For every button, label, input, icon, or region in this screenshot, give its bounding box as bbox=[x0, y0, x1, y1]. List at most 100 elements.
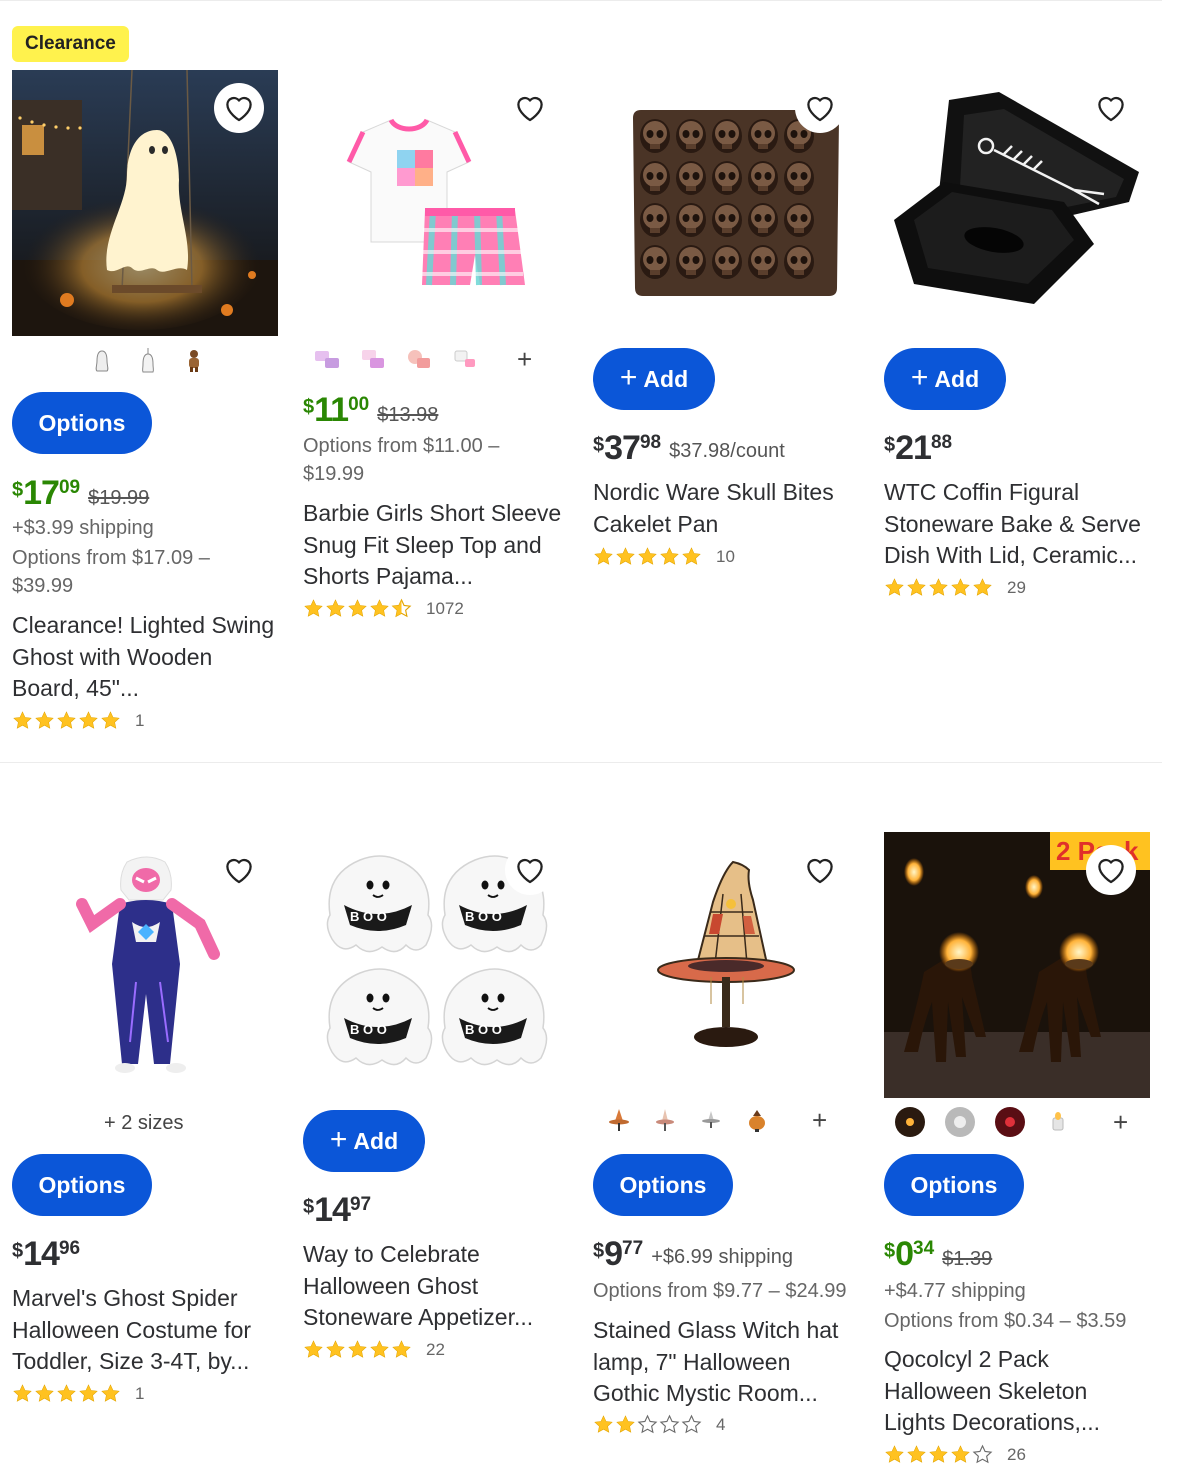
more-variants-plus-icon[interactable]: + bbox=[517, 346, 532, 372]
review-count: 26 bbox=[1007, 1444, 1026, 1464]
add-to-cart-button[interactable]: + Add bbox=[884, 348, 1006, 410]
star-rating-icon bbox=[593, 546, 702, 567]
variant-swatches[interactable]: + bbox=[895, 1107, 1128, 1137]
favorite-heart-icon[interactable] bbox=[795, 83, 845, 133]
options-button[interactable]: Options bbox=[12, 1154, 152, 1216]
swatch-pumpkin-lamp[interactable] bbox=[744, 1107, 770, 1133]
options-from-text: Options from $11.00 – $19.99 bbox=[303, 435, 500, 485]
options-button[interactable]: Options bbox=[884, 1154, 1024, 1216]
options-from-text: Options from $9.77 – $24.99 bbox=[593, 1280, 847, 1302]
swatch-skull-candle[interactable] bbox=[945, 1107, 975, 1137]
swatch-red-candle[interactable] bbox=[995, 1107, 1025, 1137]
swatch-white-candle[interactable] bbox=[1045, 1109, 1071, 1135]
svg-text:B O O: B O O bbox=[465, 909, 502, 924]
options-from-text: Options from $0.34 – $3.59 bbox=[884, 1310, 1127, 1332]
review-count: 22 bbox=[426, 1339, 445, 1359]
star-rating-icon bbox=[884, 577, 993, 598]
clearance-badge: Clearance bbox=[12, 26, 129, 62]
shipping-text: +$3.99 shipping bbox=[12, 517, 154, 539]
rating: 1 bbox=[12, 1383, 144, 1404]
review-count: 10 bbox=[716, 546, 735, 566]
favorite-heart-icon[interactable] bbox=[505, 83, 555, 133]
rating: 26 bbox=[884, 1444, 1026, 1465]
product-card-coffin-dish[interactable]: + Add $ 21 88 WTC Coffin Figural Stonewar… bbox=[884, 70, 1160, 610]
svg-text:B O O: B O O bbox=[350, 909, 387, 924]
product-card-barbie-pajama[interactable]: + $ 11 00 $13.98 Options from $11.00 – $… bbox=[303, 70, 579, 630]
star-rating-icon bbox=[12, 710, 121, 731]
price: $ 0 34 $1.39 bbox=[884, 1235, 993, 1273]
price: $ 9 77 +$6.99 shipping bbox=[593, 1235, 793, 1273]
swatch-orange-hat[interactable] bbox=[606, 1107, 632, 1133]
options-button[interactable]: Options bbox=[593, 1154, 733, 1216]
product-title[interactable]: Marvel's Ghost Spider Halloween Costume … bbox=[12, 1283, 284, 1378]
favorite-heart-icon[interactable] bbox=[214, 83, 264, 133]
star-rating-icon bbox=[884, 1444, 993, 1465]
price: $ 17 09 $19.99 bbox=[12, 474, 150, 512]
favorite-heart-icon[interactable] bbox=[1086, 83, 1136, 133]
review-count: 1 bbox=[135, 1383, 145, 1403]
review-count: 29 bbox=[1007, 577, 1026, 597]
swatch-white-set[interactable] bbox=[451, 346, 477, 372]
swatch-white-ghost-2[interactable] bbox=[135, 348, 161, 374]
plus-icon: + bbox=[910, 360, 929, 394]
swatch-pink-hat[interactable] bbox=[652, 1107, 678, 1133]
was-price: $19.99 bbox=[88, 487, 150, 509]
product-title[interactable]: Way to Celebrate Halloween Ghost Stonewa… bbox=[303, 1239, 575, 1334]
more-variants-plus-icon[interactable]: + bbox=[812, 1107, 827, 1133]
review-count: 4 bbox=[716, 1414, 726, 1434]
variant-swatches[interactable] bbox=[89, 348, 207, 374]
variant-swatches[interactable]: + bbox=[606, 1107, 827, 1133]
variant-swatches[interactable]: + bbox=[313, 346, 532, 372]
rating: 1072 bbox=[303, 598, 464, 619]
rating: 1 bbox=[12, 710, 144, 731]
shipping-text: +$6.99 shipping bbox=[651, 1246, 793, 1268]
favorite-heart-icon[interactable] bbox=[505, 845, 555, 895]
rating: 29 bbox=[884, 577, 1026, 598]
product-title[interactable]: Qocolcyl 2 Pack Halloween Skeleton Light… bbox=[884, 1344, 1146, 1439]
price: $ 14 96 bbox=[12, 1235, 81, 1273]
shipping-text: +$4.77 shipping bbox=[884, 1280, 1026, 1302]
favorite-heart-icon[interactable] bbox=[1086, 845, 1136, 895]
product-card-ghost-spider-costume[interactable]: + 2 sizes Options $ 14 96 Marvel's Ghost… bbox=[12, 832, 288, 1412]
swatch-dark-candle[interactable] bbox=[895, 1107, 925, 1137]
options-from-text: Options from $17.09 – $39.99 bbox=[12, 547, 210, 597]
star-rating-icon bbox=[303, 1339, 412, 1360]
swatch-white-ghost[interactable] bbox=[89, 348, 115, 374]
star-rating-icon bbox=[303, 598, 412, 619]
options-button[interactable]: Options bbox=[12, 392, 152, 454]
product-card-ghost-appetizer[interactable]: B O O B O O B O O B O O + Add $ 14 97 Way to… bbox=[303, 832, 579, 1372]
price: $ 14 97 bbox=[303, 1191, 372, 1229]
add-to-cart-button[interactable]: + Add bbox=[593, 348, 715, 410]
product-title[interactable]: WTC Coffin Figural Stoneware Bake & Serv… bbox=[884, 477, 1156, 572]
plus-icon: + bbox=[619, 360, 638, 394]
product-card-swing-ghost[interactable]: Options $ 17 09 $19.99 +$3.99 shipping O… bbox=[12, 70, 288, 740]
swatch-gray-hat[interactable] bbox=[698, 1107, 724, 1133]
swatch-pink-set[interactable] bbox=[359, 346, 385, 372]
sizes-link[interactable]: + 2 sizes bbox=[104, 1112, 183, 1135]
rating: 22 bbox=[303, 1339, 445, 1360]
swatch-peach-set[interactable] bbox=[405, 346, 431, 372]
row-divider bbox=[0, 762, 1162, 763]
plus-icon: + bbox=[329, 1122, 348, 1156]
favorite-heart-icon[interactable] bbox=[795, 845, 845, 895]
price: $ 37 98 $37.98/count bbox=[593, 429, 785, 467]
more-variants-plus-icon[interactable]: + bbox=[1113, 1109, 1128, 1135]
product-title[interactable]: Clearance! Lighted Swing Ghost with Wood… bbox=[12, 610, 278, 705]
product-title[interactable]: Nordic Ware Skull Bites Cakelet Pan bbox=[593, 477, 853, 540]
svg-text:B O O: B O O bbox=[465, 1022, 502, 1037]
product-title[interactable]: Stained Glass Witch hat lamp, 7" Hallowe… bbox=[593, 1315, 857, 1410]
star-rating-icon bbox=[12, 1383, 121, 1404]
rating: 4 bbox=[593, 1414, 725, 1435]
product-title[interactable]: Barbie Girls Short Sleeve Snug Fit Sleep… bbox=[303, 498, 575, 593]
was-price: $1.39 bbox=[942, 1248, 993, 1270]
star-rating-icon bbox=[593, 1414, 702, 1435]
product-card-skull-pan[interactable]: + Add $ 37 98 $37.98/count Nordic Ware Sk… bbox=[593, 70, 869, 590]
swatch-brown-figure[interactable] bbox=[181, 348, 207, 374]
product-card-witch-hat-lamp[interactable]: + Options $ 9 77 +$6.99 shipping Options… bbox=[593, 832, 869, 1442]
review-count: 1072 bbox=[426, 598, 464, 618]
svg-text:B O O: B O O bbox=[350, 1022, 387, 1037]
swatch-lavender-set[interactable] bbox=[313, 346, 339, 372]
product-card-skeleton-lights[interactable]: 2 Pack + Options $ 0 34 $1.39 +$4.77 shi… bbox=[884, 832, 1160, 1465]
favorite-heart-icon[interactable] bbox=[214, 845, 264, 895]
add-to-cart-button[interactable]: + Add bbox=[303, 1110, 425, 1172]
